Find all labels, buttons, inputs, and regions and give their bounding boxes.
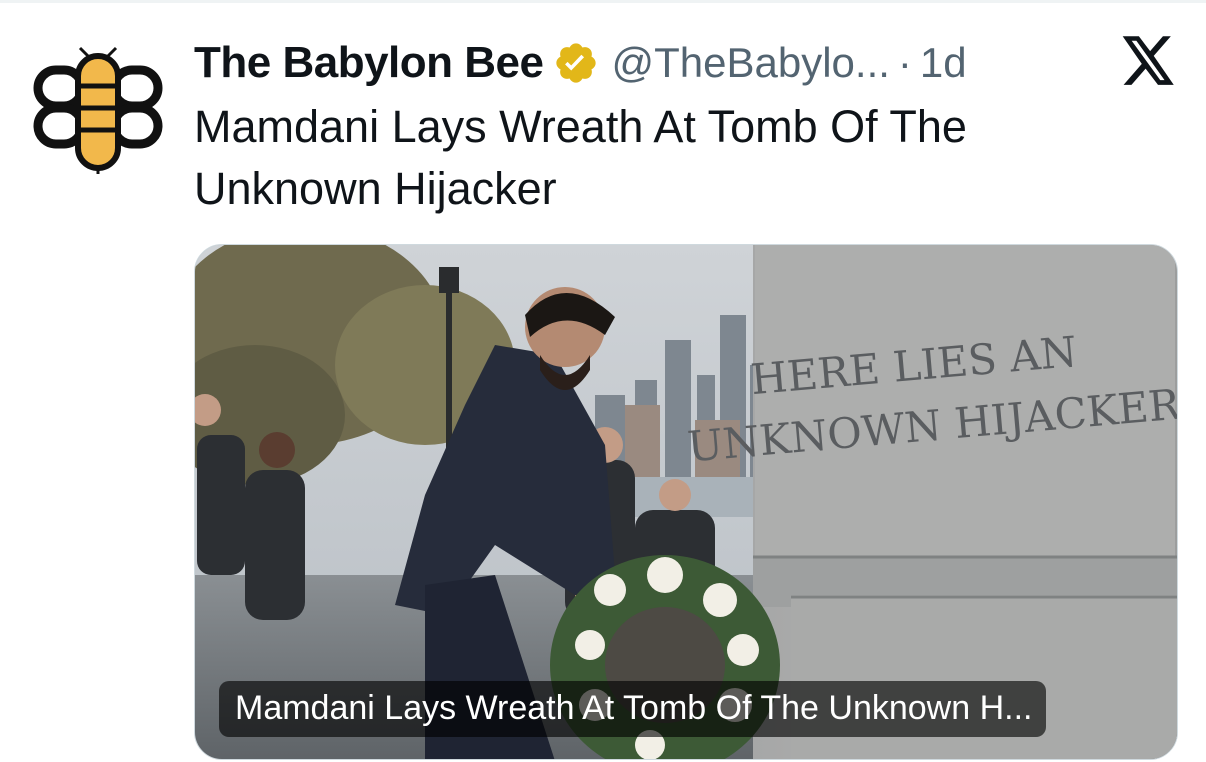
timestamp[interactable]: 1d	[920, 39, 967, 87]
separator-dot: ·	[897, 39, 912, 86]
card-caption: Mamdani Lays Wreath At Tomb Of The Unkno…	[219, 681, 1047, 737]
x-logo-icon[interactable]	[1122, 36, 1176, 86]
tweet-text: Mamdani Lays Wreath At Tomb Of The Unkno…	[194, 101, 967, 214]
display-name[interactable]: The Babylon Bee	[194, 38, 544, 88]
top-divider	[0, 0, 1206, 3]
verified-badge-icon	[556, 43, 597, 83]
media-card[interactable]: HERE LIES AN UNKNOWN HIJACKER Mamdani La…	[194, 244, 1178, 760]
babylon-bee-avatar[interactable]	[30, 40, 164, 174]
user-handle[interactable]: @TheBabylo...	[611, 39, 889, 87]
tweet-header: The Babylon Bee @TheBabylo... · 1d	[194, 34, 967, 92]
